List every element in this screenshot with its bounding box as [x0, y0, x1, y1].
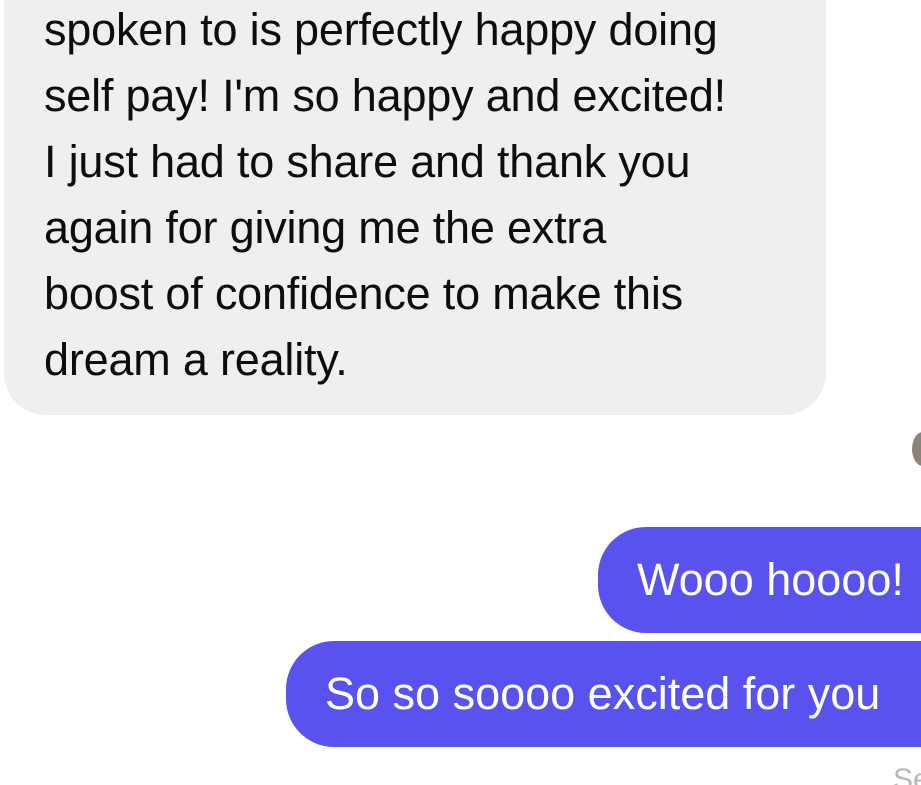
incoming-message-line: I just had to share and thank you [44, 136, 691, 187]
outgoing-message-text: Wooo hoooo! [637, 554, 904, 605]
message-status-text: Se [893, 763, 921, 785]
incoming-message-line: spoken to is perfectly happy doing [44, 4, 718, 55]
outgoing-message-bubble[interactable]: So so soooo excited for you [286, 641, 921, 747]
incoming-message-bubble[interactable]: spoken to is perfectly happy doing self … [4, 0, 826, 415]
incoming-message-line: dream a reality. [44, 334, 348, 385]
incoming-message-line: self pay! I'm so happy and excited! [44, 70, 726, 121]
incoming-message-line: again for giving me the extra [44, 202, 607, 253]
incoming-message-line: boost of confidence to make this [44, 268, 683, 319]
message-thread[interactable]: spoken to is perfectly happy doing self … [0, 0, 921, 785]
outgoing-message-text: So so soooo excited for you [325, 668, 881, 719]
sender-avatar[interactable] [912, 432, 921, 466]
outgoing-message-bubble[interactable]: Wooo hoooo! [598, 527, 921, 633]
